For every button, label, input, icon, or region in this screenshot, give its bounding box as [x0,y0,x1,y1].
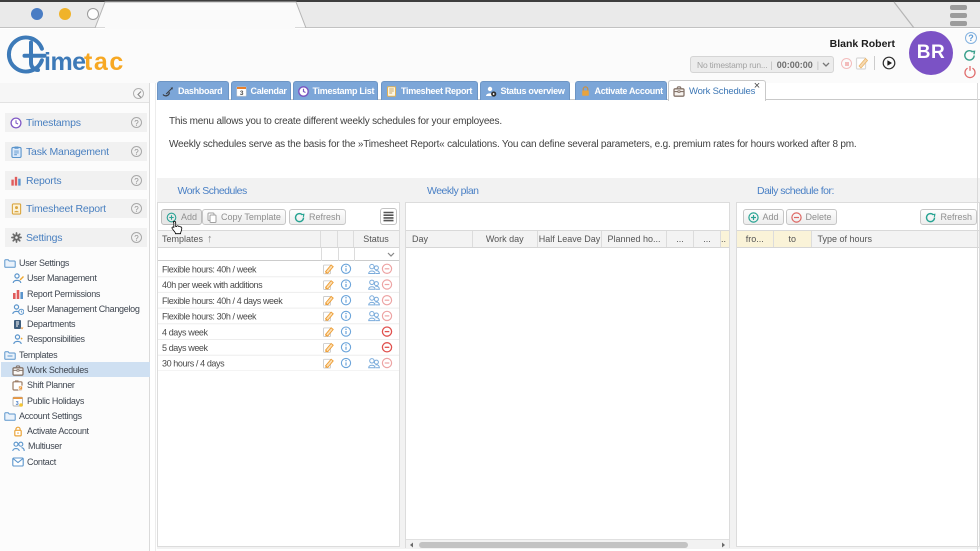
svg-text:Flexible hours: 40h / week: Flexible hours: 40h / week [162,265,257,275]
svg-text:tac: tac [84,48,125,76]
svg-text:3: 3 [16,400,19,406]
svg-text:40h per week with additions: 40h per week with additions [162,280,263,290]
svg-text:4 days week: 4 days week [162,327,209,337]
svg-text:Flexible hours: 30h / week: Flexible hours: 30h / week [162,312,257,322]
svg-text:5 days week: 5 days week [162,343,209,353]
svg-text:ime: ime [44,48,86,76]
svg-text:30 hours / 4 days: 30 hours / 4 days [162,359,225,369]
svg-text:Flexible hours: 40h / 4 days w: Flexible hours: 40h / 4 days week [162,296,283,306]
